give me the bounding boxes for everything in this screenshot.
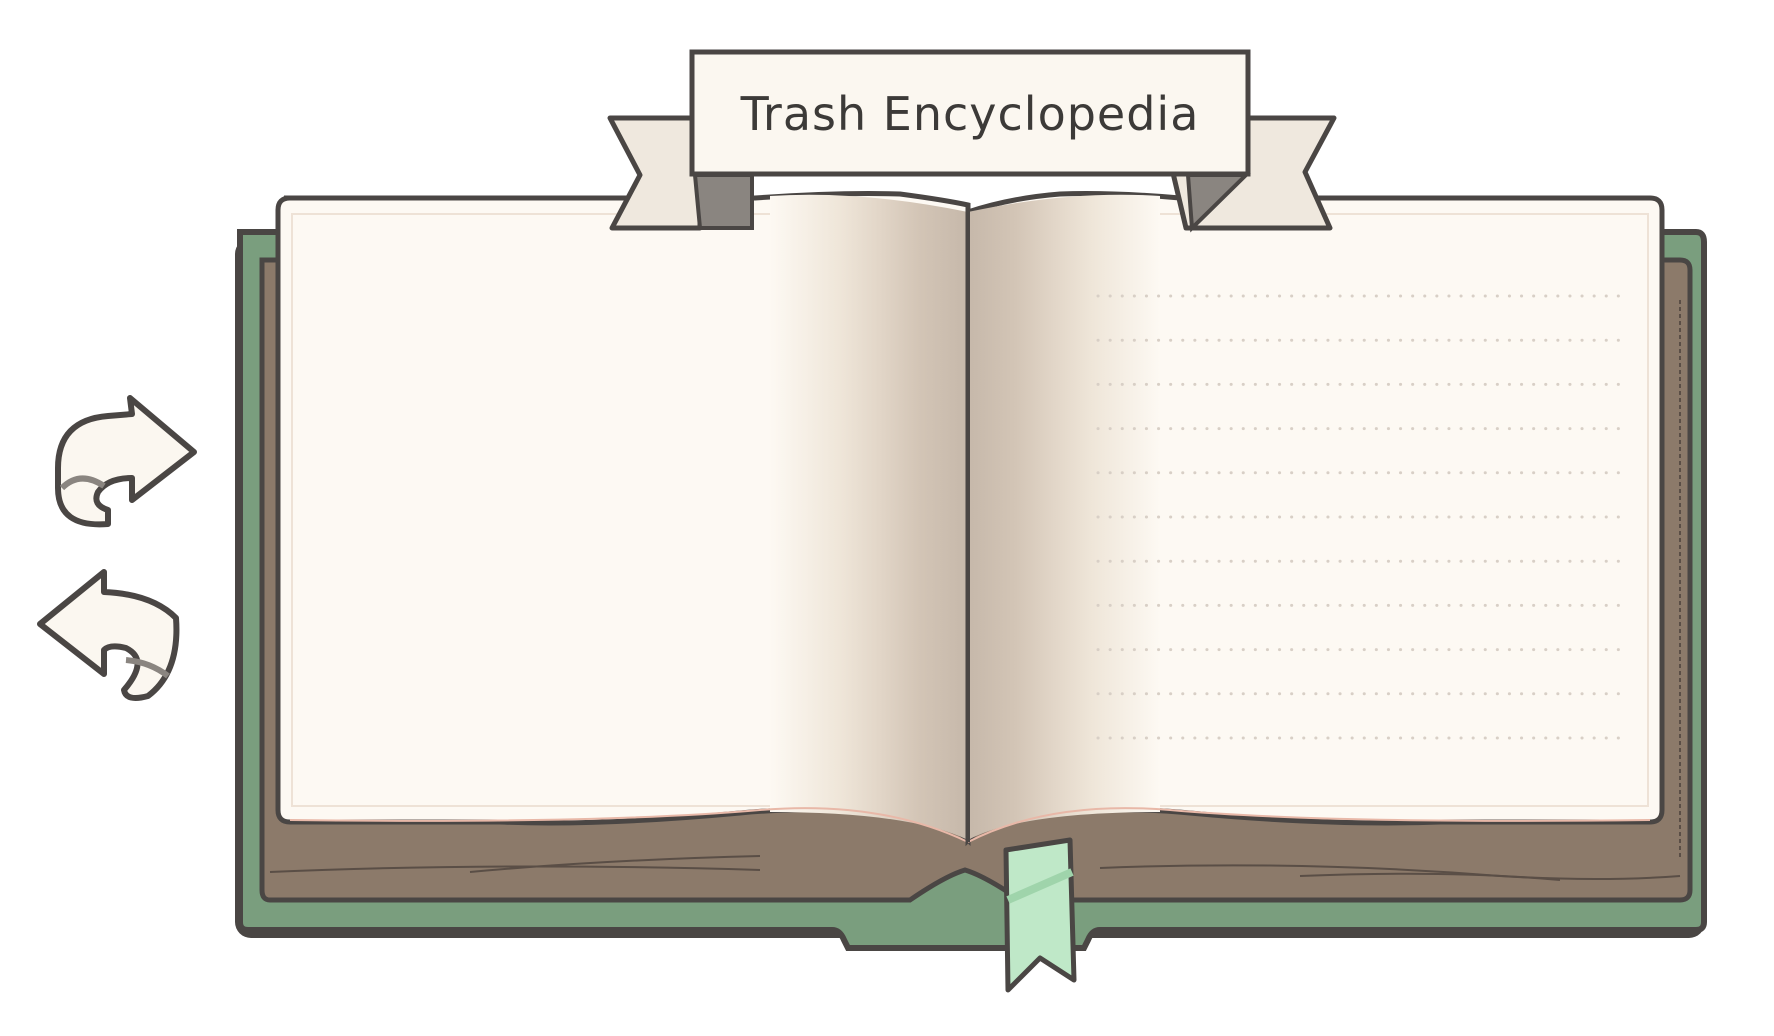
right-page — [965, 191, 1665, 847]
next-page-button[interactable] — [55, 395, 197, 528]
book-scene: Trash Encyclopedia — [37, 49, 1707, 993]
curled-arrow-right-icon — [55, 395, 197, 528]
title-text: Trash Encyclopedia — [740, 87, 1200, 141]
left-page — [275, 191, 971, 847]
curled-arrow-left-icon — [37, 569, 180, 701]
prev-page-button[interactable] — [37, 569, 180, 701]
bookmark-ribbon[interactable] — [1003, 837, 1077, 993]
title-banner: Trash Encyclopedia — [607, 49, 1337, 233]
